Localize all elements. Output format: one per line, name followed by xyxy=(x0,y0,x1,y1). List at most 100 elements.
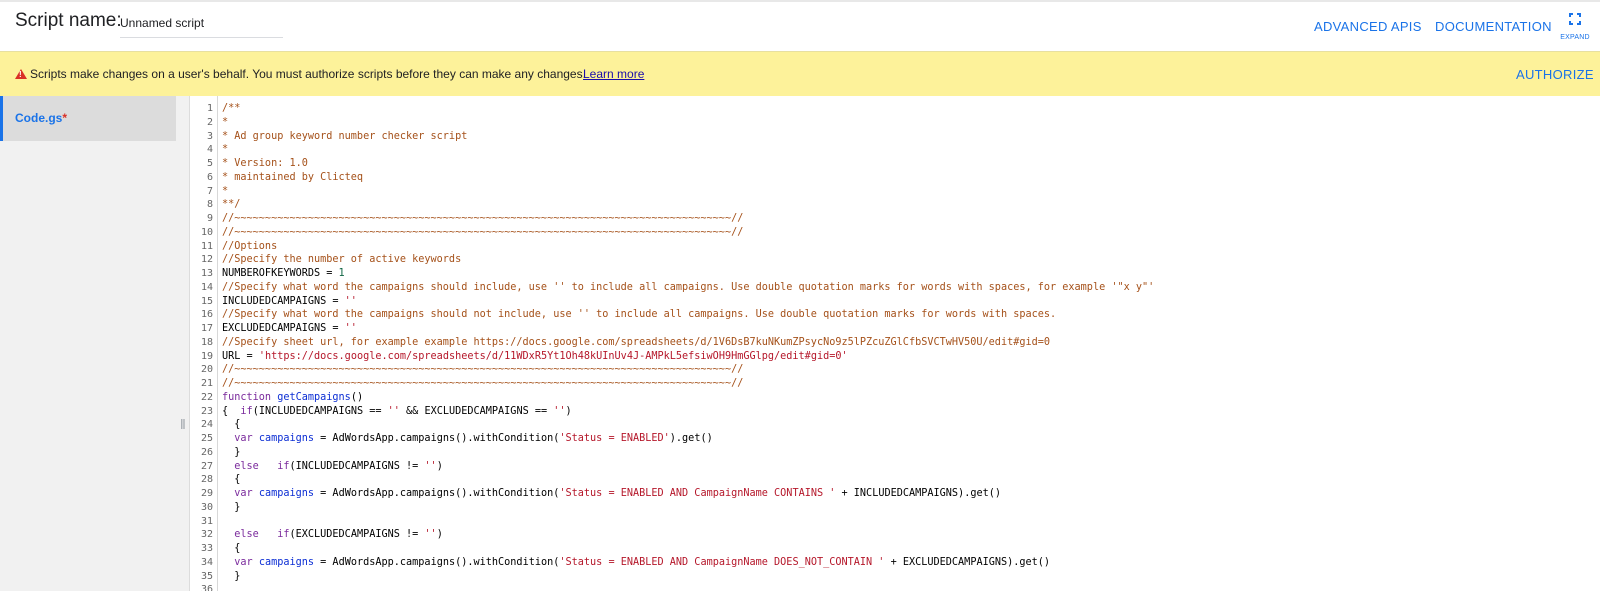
file-sidebar: Code.gs* ‖ xyxy=(0,96,190,591)
code-line[interactable]: //~~~~~~~~~~~~~~~~~~~~~~~~~~~~~~~~~~~~~~… xyxy=(222,363,1154,377)
code-token: + EXCLUDEDCAMPAIGNS).get() xyxy=(884,556,1051,568)
line-number: 22 xyxy=(200,391,213,403)
documentation-button[interactable]: DOCUMENTATION xyxy=(1435,19,1552,34)
learn-more-link[interactable]: Learn more xyxy=(583,67,644,81)
code-token: //~~~~~~~~~~~~~~~~~~~~~~~~~~~~~~~~~~~~~~… xyxy=(222,378,744,389)
code-line[interactable]: //~~~~~~~~~~~~~~~~~~~~~~~~~~~~~~~~~~~~~~… xyxy=(222,226,1154,240)
code-line[interactable]: //Specify what word the campaigns should… xyxy=(222,281,1154,295)
code-token: //Options xyxy=(222,240,278,252)
top-bar: Script name: Unnamed script ADVANCED API… xyxy=(0,0,1600,51)
code-line[interactable]: //~~~~~~~~~~~~~~~~~~~~~~~~~~~~~~~~~~~~~~… xyxy=(222,212,1154,226)
code-line[interactable]: //Specify sheet url, for example example… xyxy=(222,336,1154,350)
code-line[interactable]: **/ xyxy=(222,198,1154,212)
code-token: campaigns xyxy=(258,433,315,444)
code-line[interactable]: EXCLUDEDCAMPAIGNS = '' xyxy=(222,322,1154,336)
file-name-text: Code.gs xyxy=(15,111,63,125)
code-token: * maintained by Clicteq xyxy=(222,171,364,183)
code-token: { xyxy=(222,419,241,431)
advanced-apis-button[interactable]: ADVANCED APIS xyxy=(1314,19,1422,34)
code-line[interactable]: { if(INCLUDEDCAMPAIGNS == '' && EXCLUDED… xyxy=(222,405,1154,419)
code-line[interactable]: function getCampaigns() xyxy=(222,391,1154,405)
line-number: 17 xyxy=(200,323,213,334)
code-line[interactable]: var campaigns = AdWordsApp.campaigns().w… xyxy=(222,432,1154,446)
code-token: + INCLUDEDCAMPAIGNS).get() xyxy=(835,488,1001,499)
line-number: 26 xyxy=(200,446,213,458)
line-number: 28 xyxy=(200,474,213,486)
code-line[interactable]: * maintained by Clicteq xyxy=(222,171,1154,185)
line-number: 15 xyxy=(200,295,213,307)
code-token: '' xyxy=(387,405,400,417)
code-token: * xyxy=(222,185,229,197)
code-token: { xyxy=(222,543,241,554)
line-number: 18 xyxy=(200,336,213,348)
code-line[interactable]: else if(EXCLUDEDCAMPAIGNS != '') xyxy=(222,528,1154,542)
code-token: else if xyxy=(234,460,290,472)
expand-icon xyxy=(1569,13,1581,25)
line-number: 13 xyxy=(200,268,213,279)
line-number: 32 xyxy=(200,529,213,541)
code-line[interactable]: * xyxy=(222,143,1154,157)
file-name-label: Code.gs* xyxy=(15,111,67,125)
code-token: //Specify the number of active keywords xyxy=(222,254,462,266)
code-token: NUMBEROFKEYWORDS = xyxy=(222,268,339,279)
code-line[interactable]: URL = 'https://docs.google.com/spreadshe… xyxy=(222,350,1154,364)
file-tab-code-gs[interactable]: Code.gs* xyxy=(0,96,176,141)
code-line[interactable]: * Ad group keyword number checker script xyxy=(222,130,1154,144)
code-area[interactable]: /** * * Ad group keyword number checker sc… xyxy=(222,102,1154,591)
code-token: * xyxy=(222,116,229,128)
line-number: 19 xyxy=(200,350,213,362)
code-token: '' xyxy=(344,323,357,334)
code-line[interactable] xyxy=(222,583,1154,591)
code-token: INCLUDEDCAMPAIGNS = xyxy=(222,295,345,307)
code-line[interactable]: } xyxy=(222,446,1154,460)
warning-icon xyxy=(15,69,27,79)
line-number: 29 xyxy=(200,488,213,499)
line-number: 20 xyxy=(200,364,213,376)
code-token: 'Status = ENABLED AND CampaignName DOES_… xyxy=(559,556,885,568)
code-line[interactable]: { xyxy=(222,473,1154,487)
code-token: else if xyxy=(234,529,290,541)
expand-label: EXPAND xyxy=(1560,34,1590,41)
line-number: 14 xyxy=(200,281,213,293)
code-token: //~~~~~~~~~~~~~~~~~~~~~~~~~~~~~~~~~~~~~~… xyxy=(222,213,744,224)
code-token: //Specify sheet url, for example example… xyxy=(222,336,1051,348)
code-line[interactable]: } xyxy=(222,570,1154,584)
expand-button[interactable]: EXPAND xyxy=(1560,13,1590,41)
code-line[interactable]: * xyxy=(222,185,1154,199)
resize-handle-icon[interactable]: ‖ xyxy=(180,416,186,432)
code-line[interactable]: //~~~~~~~~~~~~~~~~~~~~~~~~~~~~~~~~~~~~~~… xyxy=(222,377,1154,391)
code-line[interactable]: /** xyxy=(222,102,1154,116)
banner-message: Scripts make changes on a user's behalf.… xyxy=(30,67,586,81)
code-line[interactable]: } xyxy=(222,501,1154,515)
code-line[interactable]: //Options xyxy=(222,240,1154,254)
code-line[interactable]: NUMBEROFKEYWORDS = 1 xyxy=(222,267,1154,281)
code-line[interactable]: { xyxy=(222,542,1154,556)
line-number: 3 xyxy=(206,130,213,142)
code-line[interactable]: else if(INCLUDEDCAMPAIGNS != '') xyxy=(222,460,1154,474)
code-token: campaigns xyxy=(258,556,315,568)
unsaved-marker: * xyxy=(62,111,68,125)
code-token: //~~~~~~~~~~~~~~~~~~~~~~~~~~~~~~~~~~~~~~… xyxy=(222,226,744,238)
line-number: 31 xyxy=(200,515,213,527)
authorize-button[interactable]: AUTHORIZE xyxy=(1516,67,1594,82)
code-token: ).get() xyxy=(669,433,713,444)
code-line[interactable]: //Specify the number of active keywords xyxy=(222,253,1154,267)
code-line[interactable]: //Specify what word the campaigns should… xyxy=(222,308,1154,322)
code-line[interactable]: var campaigns = AdWordsApp.campaigns().w… xyxy=(222,556,1154,570)
code-line[interactable]: { xyxy=(222,418,1154,432)
code-line[interactable]: * xyxy=(222,116,1154,130)
line-number: 10 xyxy=(200,226,213,238)
code-token: 'https://docs.google.com/spreadsheets/d/… xyxy=(258,350,848,362)
code-editor[interactable]: 1 2 3 4 5 6 7 8 9 10 11 12 13 14 15 16 17 18 19 20 21 22 23 24 2… xyxy=(191,96,1600,591)
code-token: * Ad group keyword number checker script xyxy=(222,130,468,142)
code-line[interactable] xyxy=(222,515,1154,529)
code-line[interactable]: var campaigns = AdWordsApp.campaigns().w… xyxy=(222,487,1154,501)
line-number: 30 xyxy=(200,501,213,513)
script-name-label: Script name: xyxy=(15,10,122,31)
gutter-divider xyxy=(217,96,218,591)
script-name-input[interactable]: Unnamed script xyxy=(120,14,283,38)
code-line[interactable]: * Version: 1.0 xyxy=(222,157,1154,171)
line-number-gutter: 1 2 3 4 5 6 7 8 9 10 11 12 13 14 15 16 17 18 19 20 21 22 23 24 2… xyxy=(191,102,217,591)
code-line[interactable]: INCLUDEDCAMPAIGNS = '' xyxy=(222,295,1154,309)
